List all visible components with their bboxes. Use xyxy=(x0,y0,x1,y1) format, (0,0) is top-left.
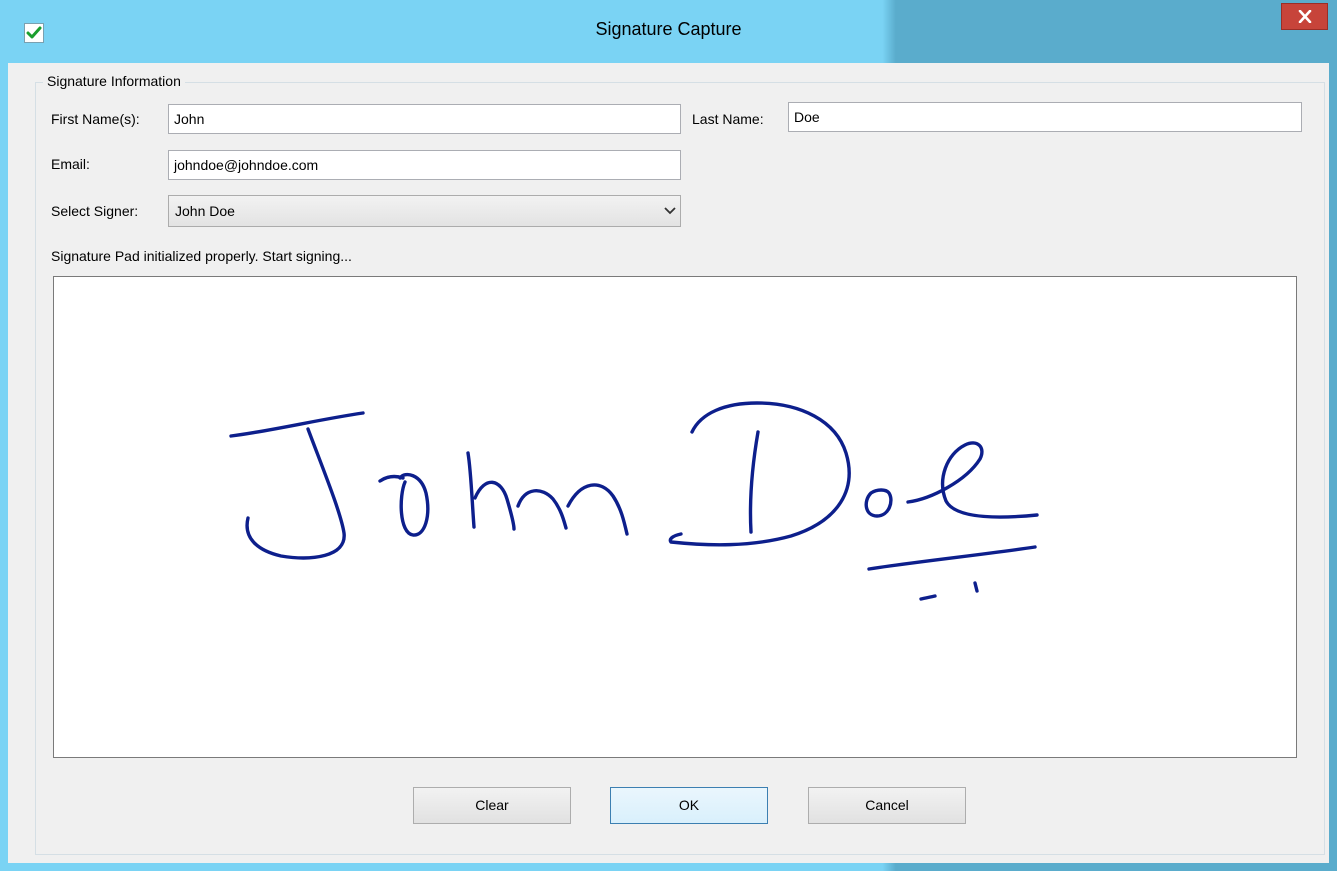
first-name-field[interactable]: John xyxy=(168,104,681,134)
close-icon xyxy=(1298,10,1312,23)
window-border-left xyxy=(0,63,8,871)
title-bar[interactable]: Signature Capture xyxy=(0,0,1337,63)
chevron-down-icon xyxy=(664,207,676,215)
email-field[interactable]: johndoe@johndoe.com xyxy=(168,150,681,180)
status-message: Signature Pad initialized properly. Star… xyxy=(51,248,352,264)
window-border-right xyxy=(1329,63,1337,871)
group-title: Signature Information xyxy=(43,73,185,89)
ok-button[interactable]: OK xyxy=(610,787,768,824)
last-name-field[interactable]: Doe xyxy=(788,102,1302,132)
window-border-bottom xyxy=(0,863,1337,871)
signature-pad[interactable] xyxy=(53,276,1297,758)
signer-select-value: John Doe xyxy=(175,203,235,219)
signature-drawing xyxy=(229,401,1039,601)
last-name-label: Last Name: xyxy=(692,111,764,127)
close-button[interactable] xyxy=(1281,3,1328,30)
clear-button[interactable]: Clear xyxy=(413,787,571,824)
signature-capture-window: Signature Capture Signature Information … xyxy=(0,0,1337,871)
first-name-label: First Name(s): xyxy=(51,111,140,127)
email-label: Email: xyxy=(51,156,90,172)
cancel-button[interactable]: Cancel xyxy=(808,787,966,824)
signer-select[interactable]: John Doe xyxy=(168,195,681,227)
window-title: Signature Capture xyxy=(595,19,742,39)
select-signer-label: Select Signer: xyxy=(51,203,139,219)
